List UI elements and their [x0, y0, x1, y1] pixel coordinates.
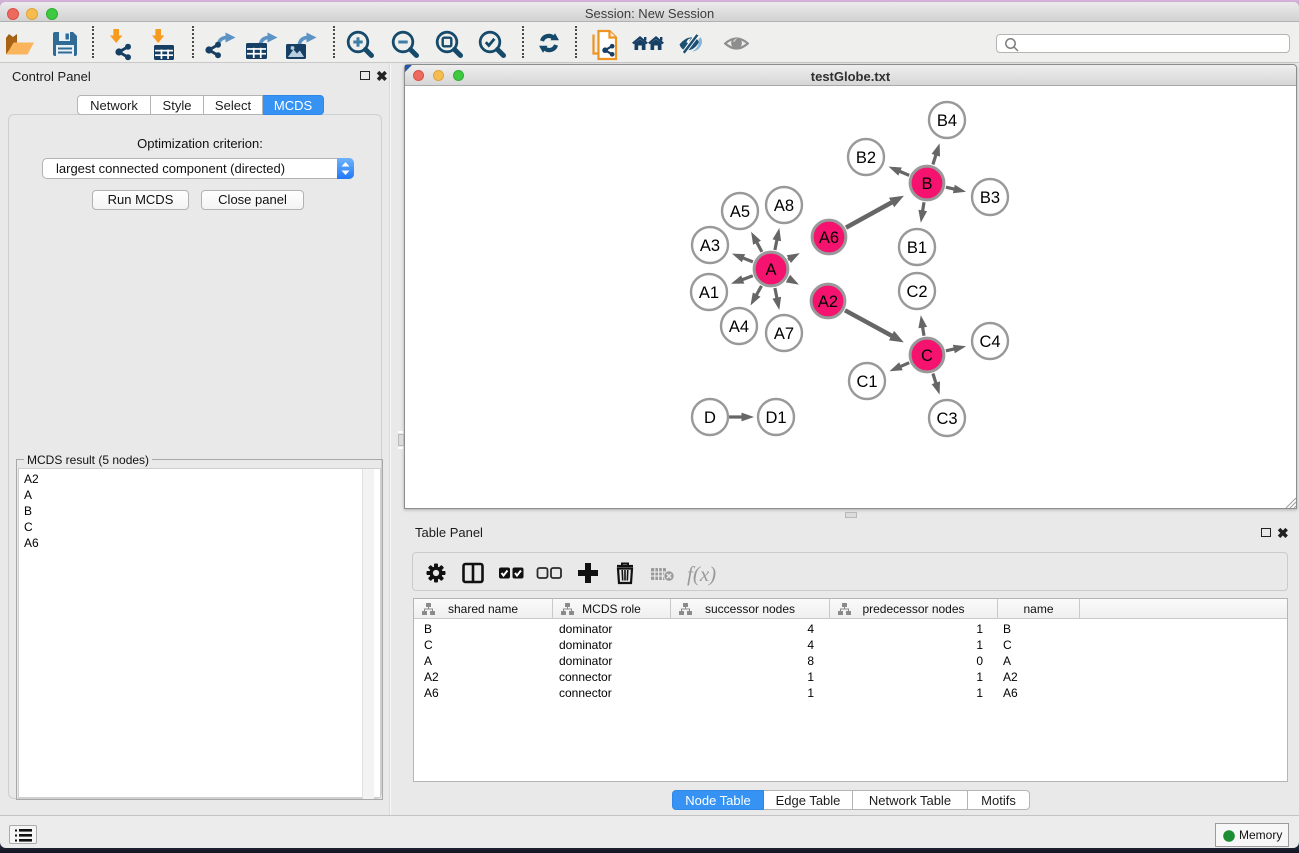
svg-text:A4: A4 [729, 318, 749, 336]
svg-text:D1: D1 [765, 409, 786, 427]
svg-text:A6: A6 [819, 229, 839, 247]
svg-text:D: D [704, 409, 716, 427]
svg-text:A8: A8 [774, 197, 794, 215]
svg-text:C4: C4 [979, 333, 1000, 351]
svg-text:A2: A2 [818, 293, 838, 311]
svg-text:B: B [921, 175, 932, 193]
svg-text:B3: B3 [980, 189, 1000, 207]
svg-text:A5: A5 [730, 203, 750, 221]
svg-text:B1: B1 [907, 239, 927, 257]
svg-text:C: C [921, 347, 933, 365]
svg-text:A: A [765, 261, 776, 279]
svg-text:C3: C3 [936, 410, 957, 428]
svg-text:C2: C2 [906, 283, 927, 301]
svg-text:C1: C1 [856, 373, 877, 391]
svg-text:B2: B2 [856, 149, 876, 167]
svg-text:f(x): f(x) [687, 562, 716, 586]
svg-text:A3: A3 [700, 237, 720, 255]
svg-text:A1: A1 [699, 284, 719, 302]
svg-text:B4: B4 [937, 112, 957, 130]
svg-text:A7: A7 [774, 325, 794, 343]
